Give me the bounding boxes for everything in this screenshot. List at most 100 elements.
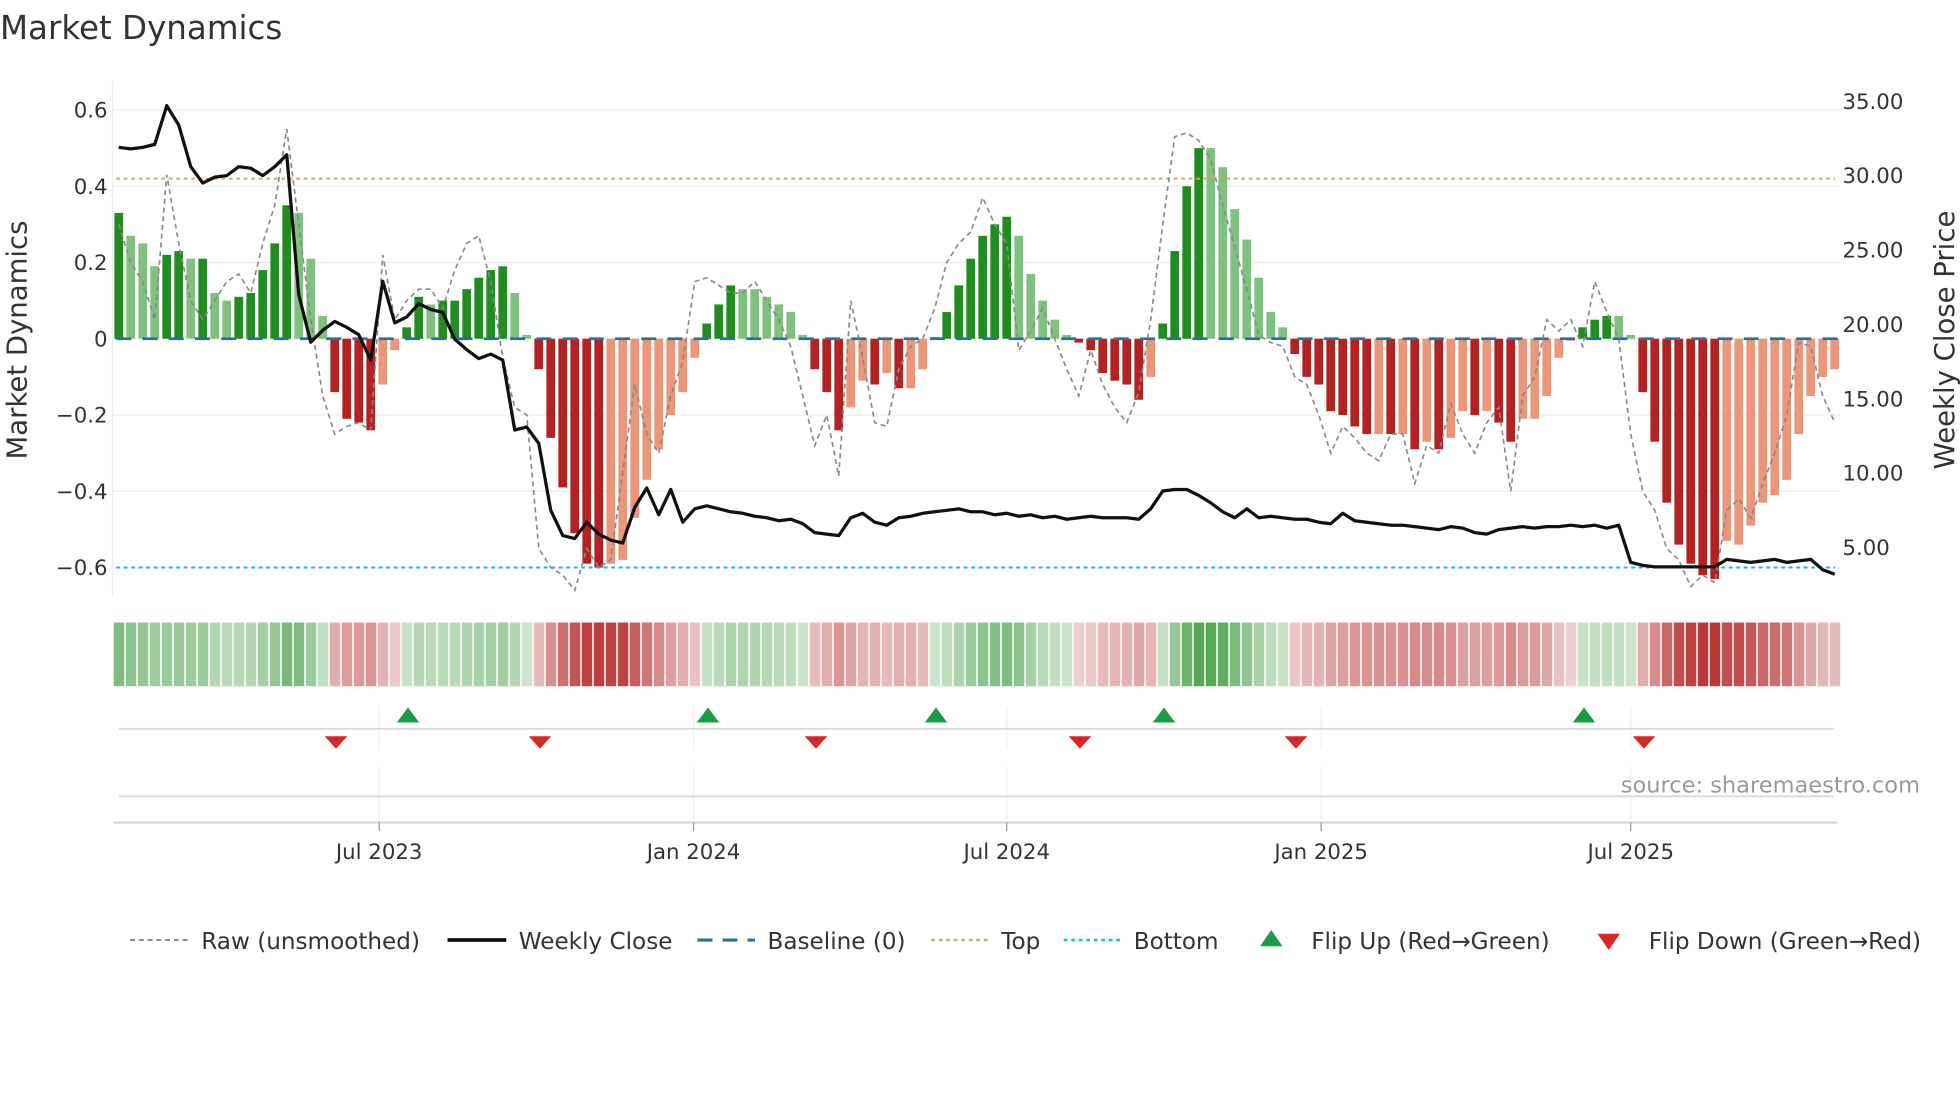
legend-item-top: Top (931, 929, 1040, 955)
dynamics-bar (738, 289, 748, 339)
dynamics-bar (1770, 338, 1780, 496)
dynamics-bar (1314, 338, 1324, 385)
regime-cell (1385, 622, 1397, 687)
legend-label-baseline: Baseline (0) (768, 929, 906, 955)
y-tick-label: 0.6 (74, 99, 108, 124)
regime-cell (1397, 622, 1409, 687)
dynamics-bar (1614, 315, 1624, 339)
dynamics-bar (810, 338, 820, 370)
dynamics-bar (1590, 319, 1600, 339)
dynamics-bar (1482, 338, 1492, 412)
regime-cell (1673, 622, 1685, 687)
dynamics-bar (1206, 148, 1216, 339)
dynamics-bar (1458, 338, 1468, 412)
dynamics-bar (786, 312, 796, 339)
regime-cell (149, 622, 161, 687)
dynamics-bar (474, 277, 484, 339)
regime-cell (1805, 622, 1817, 687)
legend-item-close: Weekly Close (447, 929, 673, 955)
regime-cell (1625, 622, 1637, 687)
regime-cell (365, 622, 377, 687)
regime-cell (1685, 622, 1697, 687)
y2-tick-label: 10.00 (1843, 462, 1904, 487)
dynamics-bar (510, 293, 520, 339)
dynamics-bar (558, 338, 568, 488)
regime-cell (989, 622, 1001, 687)
dynamics-bar (1542, 338, 1552, 396)
left-axis-ticks: 0.6 0.4 0.2 0 −0.2 −0.4 −0.6 (56, 99, 108, 582)
dynamics-bar (630, 338, 640, 518)
regime-cell (317, 622, 329, 687)
dynamics-bar (534, 338, 544, 370)
dynamics-bar (1386, 338, 1396, 435)
regime-cell (905, 622, 917, 687)
regime-cell (1097, 622, 1109, 687)
dynamics-bar (1410, 338, 1420, 450)
regime-cell (1121, 622, 1133, 687)
legend-item-bottom: Bottom (1063, 929, 1219, 955)
regime-cell (1709, 622, 1721, 687)
dynamics-bar (882, 338, 892, 374)
flip-up-marker (924, 707, 948, 723)
dynamics-bar (1122, 338, 1132, 385)
dynamics-bar (1278, 327, 1288, 339)
triangle-up-icon (1260, 930, 1283, 947)
regime-cell (1613, 622, 1625, 687)
regime-cell (893, 622, 905, 687)
regime-cell (869, 622, 881, 687)
regime-cell (605, 622, 617, 687)
regime-cell (593, 622, 605, 687)
regime-cell (437, 622, 449, 687)
regime-cell (1757, 622, 1769, 687)
triangle-down-icon (1597, 933, 1620, 950)
dynamics-bar (1194, 148, 1204, 339)
dynamics-bar (1638, 338, 1648, 393)
regime-cell (1469, 622, 1481, 687)
regime-cell (797, 622, 809, 687)
legend-label-flip-up: Flip Up (Red→Green) (1311, 929, 1549, 955)
regime-cell (245, 622, 257, 687)
series-lines (117, 104, 1836, 593)
dynamics-bar (354, 338, 364, 423)
regime-cell (221, 622, 233, 687)
regime-cell (425, 622, 437, 687)
dynamics-bar (1698, 338, 1708, 576)
regime-cell (1577, 622, 1589, 687)
dynamics-bar (942, 312, 952, 339)
dynamics-bar (1650, 338, 1660, 442)
dynamics-bar (1002, 216, 1012, 339)
dynamics-bar (1734, 338, 1744, 545)
x-axis-ticks: Jul 2023 Jan 2024 Jul 2024 Jan 2025 Jul 2025 (334, 822, 1674, 865)
regime-cell (857, 622, 869, 687)
legend-item-flip-up: Flip Up (Red→Green) (1260, 929, 1550, 955)
regime-cell (1721, 622, 1733, 687)
regime-cell (197, 622, 209, 687)
y-tick-label: 0 (94, 327, 108, 352)
flip-up-marker (396, 707, 420, 723)
dynamics-bar (690, 338, 700, 358)
regime-cell (1637, 622, 1649, 687)
dynamics-bar (1302, 338, 1312, 377)
dynamics-bar (1014, 235, 1024, 339)
regime-cell (917, 622, 929, 687)
regime-cell (1817, 622, 1829, 687)
regime-cell (653, 622, 665, 687)
dynamics-bar (1026, 273, 1036, 339)
regime-cell (833, 622, 845, 687)
dynamics-bar (498, 266, 508, 339)
regime-cell (113, 622, 125, 687)
regime-cell (953, 622, 965, 687)
legend-label-bottom: Bottom (1134, 929, 1219, 955)
regime-cell (1241, 622, 1253, 687)
dynamics-bar (654, 338, 664, 450)
dynamics-bar (1470, 338, 1480, 415)
regime-cell (713, 622, 725, 687)
dynamics-bar (1182, 186, 1192, 339)
regime-cell (641, 622, 653, 687)
dynamics-bar (1806, 338, 1816, 396)
legend-label-close: Weekly Close (519, 929, 673, 955)
regime-cell (329, 622, 341, 687)
dynamics-bar (870, 338, 880, 385)
regime-cell (1481, 622, 1493, 687)
regime-cell (401, 622, 413, 687)
